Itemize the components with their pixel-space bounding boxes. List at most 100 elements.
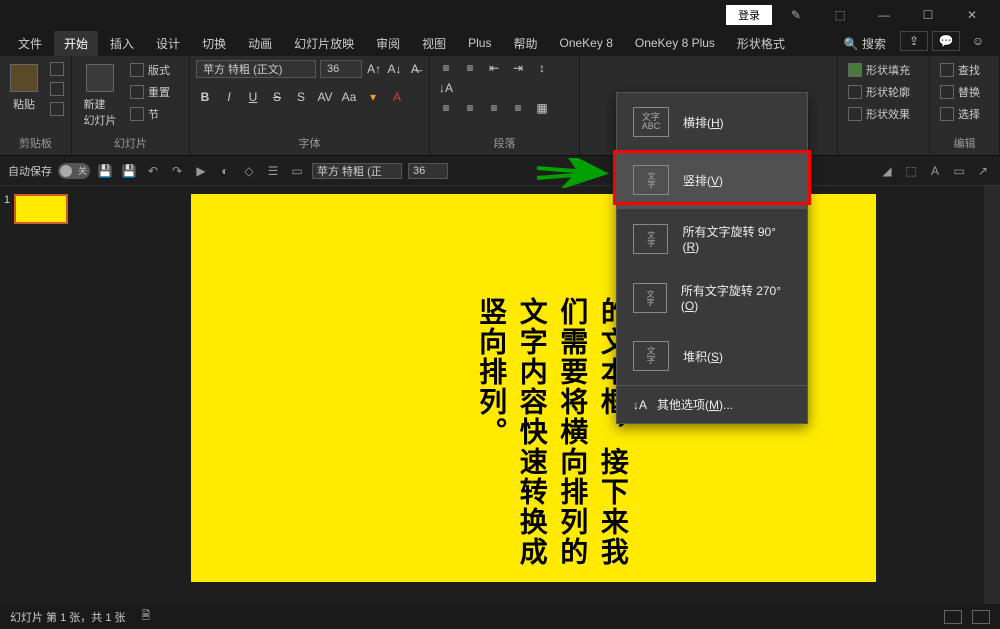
thumbnail-1[interactable]: 1 — [4, 194, 78, 224]
menu-insert[interactable]: 插入 — [100, 31, 144, 56]
text-direction-menu: 文字ABC 横排(H) 文字 竖排(V) 文字 所有文字旋转 90°(R) 文字… — [616, 92, 808, 424]
select-button[interactable]: 选择 — [936, 104, 984, 124]
editing-label: 编辑 — [936, 133, 993, 151]
align-justify-button[interactable]: ≡ — [508, 100, 528, 116]
stacked-icon: 文字 — [633, 341, 669, 371]
columns-button[interactable]: ▦ — [532, 100, 552, 116]
copy-button[interactable] — [46, 80, 68, 98]
indent-dec-button[interactable]: ⇤ — [484, 60, 504, 76]
shape-fill-button[interactable]: 形状填充 — [844, 60, 914, 80]
menu-review[interactable]: 审阅 — [366, 31, 410, 56]
slide-area: 的文本框，接下来我们需要将横向排列的文字内容快速转换成竖向排列。 — [82, 186, 984, 604]
layout-button[interactable]: 版式 — [126, 60, 174, 80]
qat-icon[interactable]: ☰ — [264, 162, 282, 180]
text-direction-more-options[interactable]: ↓A 其他选项(M)... — [617, 385, 807, 423]
reset-button[interactable]: 重置 — [126, 82, 174, 102]
vertical-text-content[interactable]: 的文本框，接下来我们需要将横向排列的文字内容快速转换成竖向排列。 — [471, 297, 633, 582]
align-center-button[interactable]: ≡ — [460, 100, 480, 116]
cut-button[interactable] — [46, 60, 68, 78]
login-button[interactable]: 登录 — [726, 5, 772, 25]
touch-mode-icon[interactable]: ✎ — [776, 0, 816, 30]
new-slide-button[interactable]: 新建 幻灯片 — [78, 60, 122, 132]
menu-slideshow[interactable]: 幻灯片放映 — [284, 31, 364, 56]
annotation-green-arrow — [533, 158, 613, 188]
bold-button[interactable]: B — [196, 88, 214, 106]
underline-button[interactable]: U — [244, 88, 262, 106]
text-direction-horizontal[interactable]: 文字ABC 横排(H) — [617, 93, 807, 151]
statusbar: 幻灯片 第 1 张，共 1 张 🗎 — [0, 604, 1000, 629]
qat-right-icon[interactable]: ◢ — [878, 162, 896, 180]
menu-animations[interactable]: 动画 — [238, 31, 282, 56]
normal-view-button[interactable] — [944, 610, 962, 624]
search-input[interactable]: 🔍 搜索 — [834, 31, 896, 56]
redo-icon[interactable]: ↷ — [168, 162, 186, 180]
change-case-button[interactable]: Aa — [340, 88, 358, 106]
numbering-button[interactable]: ≡ — [460, 60, 480, 76]
ribbon-display-icon[interactable]: ⬚ — [820, 0, 860, 30]
text-direction-vertical[interactable]: 文字 竖排(V) — [617, 151, 807, 209]
text-direction-rotate270[interactable]: 文字 所有文字旋转 270°(O) — [617, 268, 807, 327]
qat-icon[interactable]: ▭ — [288, 162, 306, 180]
qat-right-icon[interactable]: A — [926, 162, 944, 180]
text-direction-stacked[interactable]: 文字 堆积(S) — [617, 327, 807, 385]
line-spacing-button[interactable]: ↕ — [532, 60, 552, 76]
minimize-icon[interactable]: — — [864, 0, 904, 30]
undo-icon[interactable]: ↶ — [144, 162, 162, 180]
menu-view[interactable]: 视图 — [412, 31, 456, 56]
notes-icon[interactable]: 🗎 — [142, 607, 151, 626]
vertical-icon: 文字 — [633, 165, 669, 195]
menu-file[interactable]: 文件 — [8, 31, 52, 56]
autosave-toggle[interactable]: 自动保存 关 — [8, 163, 90, 179]
sorter-view-button[interactable] — [972, 610, 990, 624]
text-direction-button[interactable]: ↓A — [436, 80, 456, 96]
maximize-icon[interactable]: ☐ — [908, 0, 948, 30]
menu-plus[interactable]: Plus — [458, 32, 501, 54]
menu-onekey8[interactable]: OneKey 8 — [550, 32, 623, 54]
comments-icon[interactable]: 💬 — [932, 31, 960, 51]
save-icon-2[interactable]: 💾 — [120, 162, 138, 180]
slide-counter: 幻灯片 第 1 张，共 1 张 — [10, 609, 126, 625]
vertical-scrollbar[interactable] — [984, 186, 1000, 604]
qat-right-icon[interactable]: ▭ — [950, 162, 968, 180]
qat-icon[interactable]: ◐ — [216, 162, 234, 180]
font-color-button[interactable]: A — [388, 88, 406, 106]
replace-button[interactable]: 替换 — [936, 82, 984, 102]
font-size-select[interactable] — [320, 60, 362, 78]
smile-icon[interactable]: ☺ — [964, 31, 992, 51]
clear-format-icon[interactable]: A̶ — [407, 60, 423, 78]
qat-right-icon[interactable]: ↗ — [974, 162, 992, 180]
format-painter-button[interactable] — [46, 100, 68, 118]
menu-home[interactable]: 开始 — [54, 31, 98, 56]
align-right-button[interactable]: ≡ — [484, 100, 504, 116]
qat-size-select[interactable] — [408, 163, 448, 179]
indent-inc-button[interactable]: ⇥ — [508, 60, 528, 76]
qat-font-select[interactable] — [312, 163, 402, 179]
strikethrough-button[interactable]: S — [268, 88, 286, 106]
shape-outline-button[interactable]: 形状轮廓 — [844, 82, 914, 102]
decrease-font-icon[interactable]: A↓ — [386, 60, 402, 78]
menu-shapeformat[interactable]: 形状格式 — [727, 31, 795, 56]
italic-button[interactable]: I — [220, 88, 238, 106]
text-direction-rotate90[interactable]: 文字 所有文字旋转 90°(R) — [617, 209, 807, 268]
qat-icon[interactable]: ◇ — [240, 162, 258, 180]
menu-help[interactable]: 帮助 — [503, 31, 547, 56]
highlight-button[interactable]: ▾ — [364, 88, 382, 106]
increase-font-icon[interactable]: A↑ — [366, 60, 382, 78]
close-icon[interactable]: ✕ — [952, 0, 992, 30]
shape-effects-button[interactable]: 形状效果 — [844, 104, 914, 124]
char-spacing-button[interactable]: AV — [316, 88, 334, 106]
paste-button[interactable]: 粘贴 — [6, 60, 42, 116]
align-left-button[interactable]: ≡ — [436, 100, 456, 116]
find-button[interactable]: 查找 — [936, 60, 984, 80]
font-name-select[interactable] — [196, 60, 316, 78]
menu-onekey8plus[interactable]: OneKey 8 Plus — [625, 32, 725, 54]
share-icon[interactable]: ⇪ — [900, 31, 928, 51]
menu-transitions[interactable]: 切换 — [192, 31, 236, 56]
save-icon[interactable]: 💾 — [96, 162, 114, 180]
qat-right-icon[interactable]: ⬚ — [902, 162, 920, 180]
bullets-button[interactable]: ≡ — [436, 60, 456, 76]
start-slideshow-icon[interactable]: ▶ — [192, 162, 210, 180]
shadow-button[interactable]: S — [292, 88, 310, 106]
menu-design[interactable]: 设计 — [146, 31, 190, 56]
section-button[interactable]: 节 — [126, 104, 174, 124]
